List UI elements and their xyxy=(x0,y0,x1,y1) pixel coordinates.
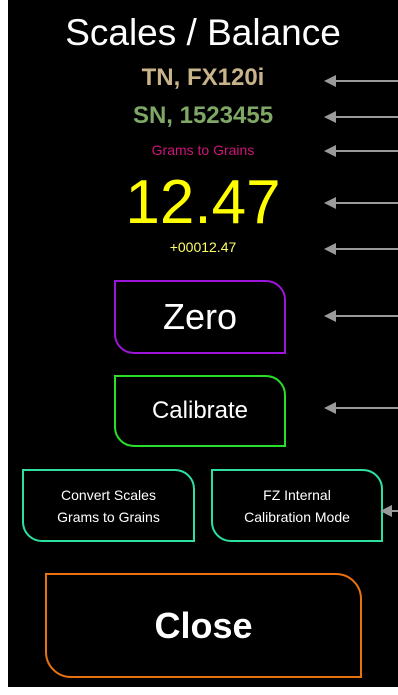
left-arrow-icon xyxy=(324,75,398,87)
left-arrow-icon xyxy=(324,111,398,123)
close-button[interactable]: Close xyxy=(45,573,362,678)
fz-button-line1: FZ Internal xyxy=(263,486,331,503)
left-arrow-icon xyxy=(324,197,398,209)
convert-scales-button[interactable]: Convert Scales Grams to Grains xyxy=(22,469,195,542)
left-arrow-icon xyxy=(324,243,398,255)
calibrate-button[interactable]: Calibrate xyxy=(114,375,286,447)
convert-button-line2: Grams to Grains xyxy=(57,508,160,525)
fz-calibration-mode-button[interactable]: FZ Internal Calibration Mode xyxy=(211,469,383,542)
left-arrow-icon xyxy=(324,145,398,157)
close-button-label: Close xyxy=(154,604,253,646)
left-arrow-icon xyxy=(380,505,398,517)
left-arrow-icon xyxy=(324,310,398,322)
scales-balance-panel: Scales / Balance TN, FX120i SN, 1523455 … xyxy=(8,0,398,687)
calibrate-button-label: Calibrate xyxy=(151,397,249,424)
left-arrow-icon xyxy=(324,402,398,414)
convert-button-line1: Convert Scales xyxy=(61,486,156,503)
raw-reading: +00012.47 xyxy=(169,239,237,255)
zero-button-label: Zero xyxy=(162,296,238,337)
fz-button-line2: Calibration Mode xyxy=(244,508,350,525)
tn-label: TN, FX120i xyxy=(141,64,265,91)
page-title: Scales / Balance xyxy=(65,12,341,53)
zero-button[interactable]: Zero xyxy=(114,280,286,354)
